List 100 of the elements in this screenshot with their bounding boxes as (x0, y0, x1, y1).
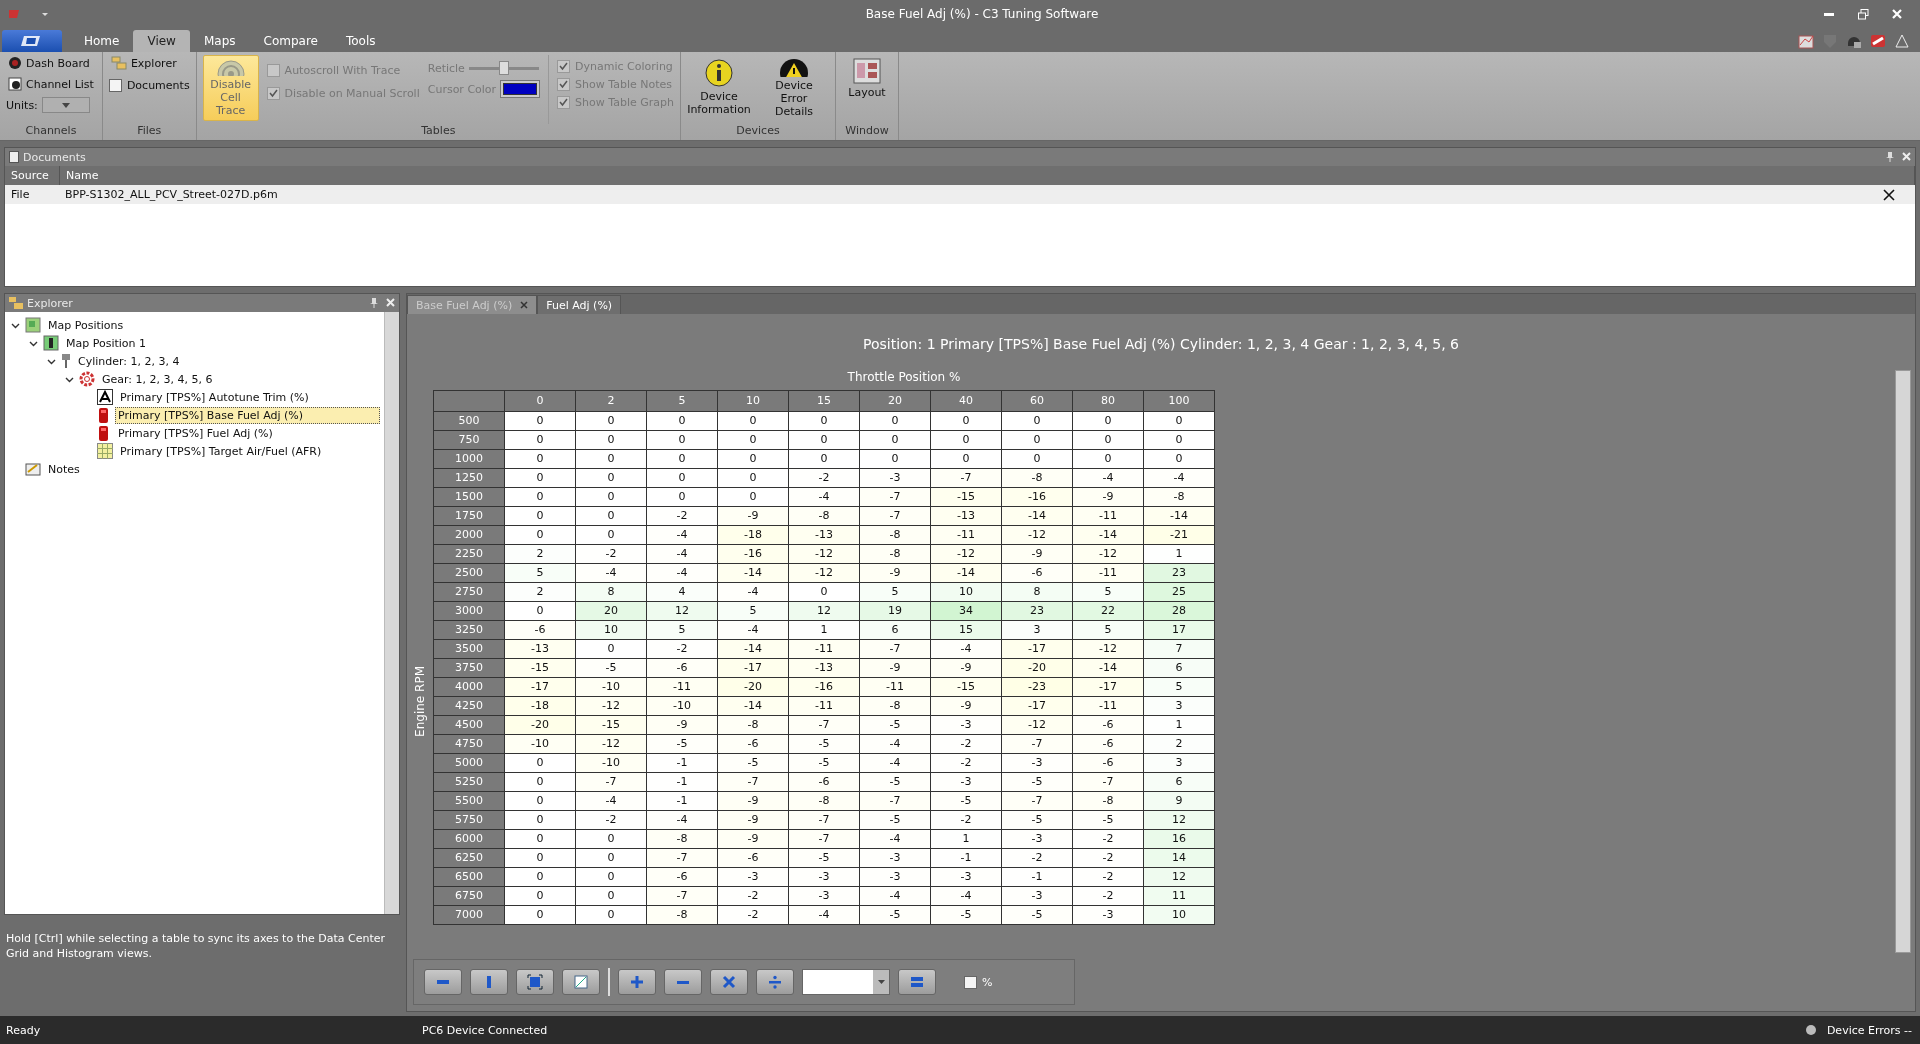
table-cell[interactable]: -12 (576, 697, 646, 715)
table-cell[interactable]: -9 (718, 830, 788, 848)
table-cell[interactable]: 10 (931, 583, 1001, 601)
table-cell[interactable]: -11 (1073, 507, 1143, 525)
table-cell[interactable]: -7 (860, 507, 930, 525)
tree-item[interactable]: Primary [TPS%] Autotune Trim (%) (117, 388, 312, 406)
table-cell[interactable]: 3 (1144, 754, 1214, 772)
table-cell[interactable]: -10 (505, 735, 575, 753)
table-cell[interactable]: -2 (1073, 887, 1143, 905)
table-cell[interactable]: 17 (1144, 621, 1214, 639)
map-tab[interactable]: Fuel Adj (%) (537, 295, 622, 314)
table-cell[interactable]: -6 (647, 868, 717, 886)
table-cell[interactable]: -12 (789, 545, 859, 563)
table-cell[interactable]: -13 (931, 507, 1001, 525)
table-cell[interactable]: -5 (1002, 811, 1072, 829)
table-cell[interactable]: 0 (647, 450, 717, 468)
table-cell[interactable]: 0 (505, 507, 575, 525)
pin-icon[interactable] (370, 298, 378, 308)
table-cell[interactable]: 0 (505, 431, 575, 449)
table-cell[interactable]: 12 (647, 602, 717, 620)
table-cell[interactable]: 0 (1144, 450, 1214, 468)
tree-item[interactable]: Primary [TPS%] Target Air/Fuel (AFR) (117, 442, 325, 460)
table-cell[interactable]: -3 (1002, 754, 1072, 772)
table-cell[interactable]: 1 (789, 621, 859, 639)
table-cell[interactable]: 0 (576, 887, 646, 905)
table-cell[interactable]: 6 (1144, 659, 1214, 677)
table-cell[interactable]: 34 (931, 602, 1001, 620)
table-cell[interactable]: -2 (789, 469, 859, 487)
table-cell[interactable]: -9 (1002, 545, 1072, 563)
ribbon-tab[interactable]: Tools (331, 30, 390, 52)
table-cell[interactable]: -9 (1073, 488, 1143, 506)
table-cell[interactable]: -7 (860, 792, 930, 810)
table-cell[interactable]: -3 (1002, 887, 1072, 905)
table-cell[interactable]: 1 (1144, 716, 1214, 734)
table-cell[interactable]: 0 (505, 868, 575, 886)
table-cell[interactable]: -14 (718, 640, 788, 658)
table-cell[interactable]: -23 (1002, 678, 1072, 696)
table-cell[interactable]: -2 (1073, 830, 1143, 848)
table-cell[interactable]: 12 (1144, 868, 1214, 886)
table-cell[interactable]: -14 (931, 564, 1001, 582)
dash-board-button[interactable]: Dash Board (6, 55, 96, 71)
table-cell[interactable]: 0 (576, 488, 646, 506)
table-cell[interactable]: -4 (1144, 469, 1214, 487)
table-cell[interactable]: -8 (789, 507, 859, 525)
table-cell[interactable]: 0 (505, 849, 575, 867)
table-cell[interactable]: 0 (576, 849, 646, 867)
table-cell[interactable]: -20 (1002, 659, 1072, 677)
table-cell[interactable]: -13 (505, 640, 575, 658)
table-cell[interactable]: -12 (931, 545, 1001, 563)
tree-item[interactable]: Primary [TPS%] Fuel Adj (%) (115, 424, 276, 442)
table-cell[interactable]: -11 (789, 697, 859, 715)
table-cell[interactable]: -3 (1002, 830, 1072, 848)
disable-cell-trace-button[interactable]: Disable Cell Trace (202, 55, 259, 121)
table-cell[interactable]: -11 (789, 640, 859, 658)
explorer-button[interactable]: Explorer (108, 55, 190, 71)
close-icon[interactable] (1883, 188, 1895, 201)
table-cell[interactable]: -21 (1144, 526, 1214, 544)
table-cell[interactable]: -4 (718, 583, 788, 601)
table-cell[interactable]: -10 (576, 754, 646, 772)
table-cell[interactable]: -7 (1073, 773, 1143, 791)
table-cell[interactable]: 5 (1073, 621, 1143, 639)
table-cell[interactable]: 2 (505, 545, 575, 563)
table-cell[interactable]: -14 (718, 564, 788, 582)
checkbox[interactable] (108, 78, 122, 92)
table-cell[interactable]: 5 (1073, 583, 1143, 601)
table-cell[interactable]: -4 (647, 564, 717, 582)
table-cell[interactable]: -6 (1002, 564, 1072, 582)
table-cell[interactable]: 0 (576, 526, 646, 544)
table-cell[interactable]: 0 (576, 640, 646, 658)
table-cell[interactable]: 0 (1073, 450, 1143, 468)
ribbon-tab[interactable]: Compare (249, 30, 332, 52)
table-cell[interactable]: -2 (1002, 849, 1072, 867)
table-cell[interactable]: -4 (789, 488, 859, 506)
table-cell[interactable]: -2 (718, 906, 788, 924)
table-cell[interactable]: -12 (1002, 716, 1072, 734)
checkbox[interactable] (964, 975, 977, 989)
table-cell[interactable]: -7 (576, 773, 646, 791)
table-cell[interactable]: 0 (505, 887, 575, 905)
table-cell[interactable]: -20 (505, 716, 575, 734)
table-cell[interactable]: -7 (1002, 735, 1072, 753)
table-cell[interactable]: 0 (860, 431, 930, 449)
interpolate-button[interactable] (562, 969, 600, 995)
table-cell[interactable]: 0 (1002, 412, 1072, 430)
table-cell[interactable]: 1 (1144, 545, 1214, 563)
table-cell[interactable]: 9 (1144, 792, 1214, 810)
table-cell[interactable]: 0 (576, 507, 646, 525)
table-cell[interactable]: -8 (860, 526, 930, 544)
table-cell[interactable]: 6 (1144, 773, 1214, 791)
table-cell[interactable]: 5 (1144, 678, 1214, 696)
table-cell[interactable]: -6 (718, 849, 788, 867)
table-cell[interactable]: -5 (860, 811, 930, 829)
table-cell[interactable]: -16 (718, 545, 788, 563)
table-cell[interactable]: 0 (860, 412, 930, 430)
table-cell[interactable]: 20 (576, 602, 646, 620)
equals-button[interactable] (898, 969, 936, 995)
table-cell[interactable]: -3 (931, 773, 1001, 791)
minus-button[interactable] (664, 969, 702, 995)
table-cell[interactable]: 0 (505, 754, 575, 772)
table-cell[interactable]: -9 (718, 811, 788, 829)
table-cell[interactable]: -5 (718, 754, 788, 772)
